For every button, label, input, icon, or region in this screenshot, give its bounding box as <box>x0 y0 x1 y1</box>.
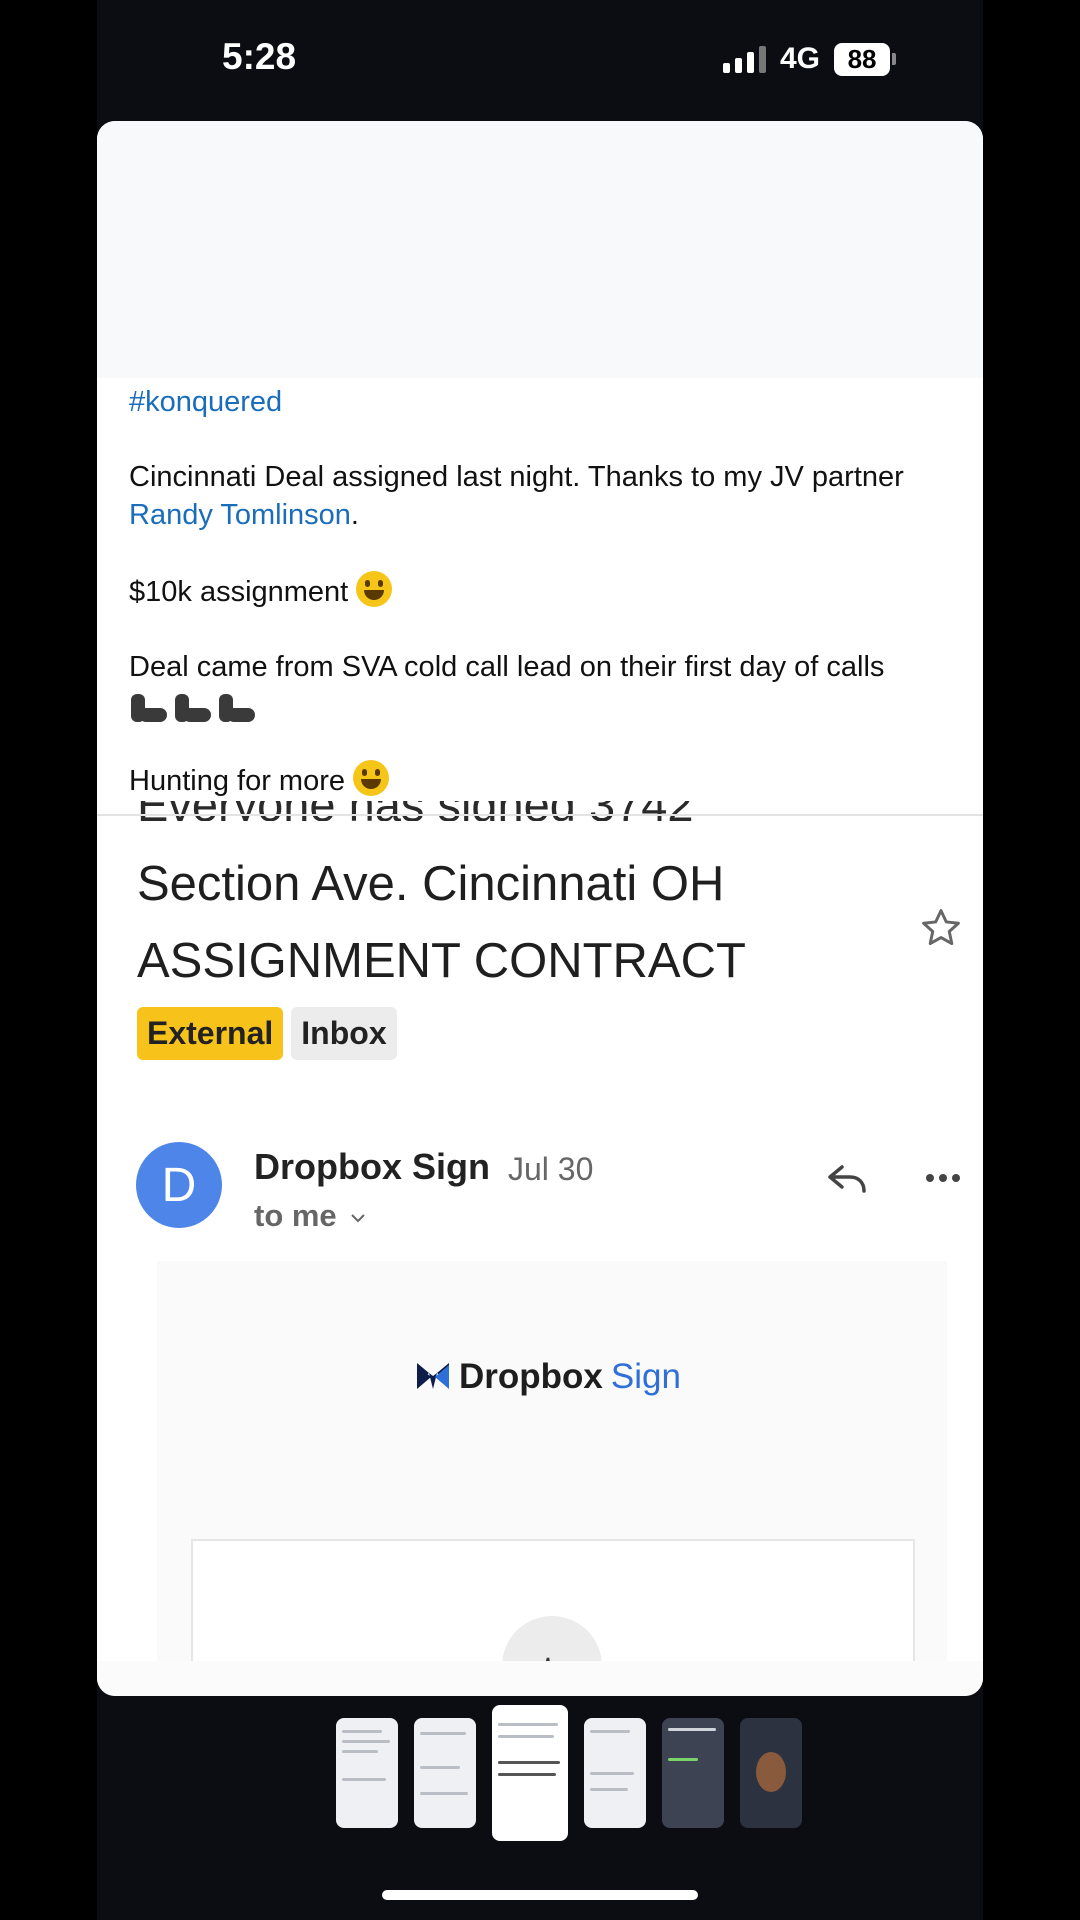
battery-icon: 88 <box>834 42 897 76</box>
star-icon[interactable] <box>919 906 963 950</box>
battery-level: 88 <box>834 42 891 76</box>
avatar[interactable]: D <box>136 1142 222 1228</box>
email-subject: Section Ave. Cincinnati OH ASSIGNMENT CO… <box>137 857 746 988</box>
chevron-down-icon <box>351 1214 366 1223</box>
dropbox-sign-logo: Dropbox Sign <box>415 1357 681 1397</box>
beaming-emoji-icon <box>353 760 390 796</box>
thumbnail-3-active[interactable] <box>492 1705 568 1841</box>
signal-icon <box>723 45 766 73</box>
post-line-2: $10k assignment <box>129 576 349 608</box>
label-chips: External Inbox <box>137 1007 397 1060</box>
home-indicator[interactable] <box>382 1890 698 1900</box>
post-text: #konquered Cincinnati Deal assigned last… <box>129 386 904 797</box>
sender-name: Dropbox Sign <box>254 1146 490 1187</box>
card-header-area <box>97 121 983 378</box>
status-icons: 4G 88 <box>723 42 897 76</box>
hashtag-link[interactable]: #konquered <box>129 386 282 418</box>
network-label: 4G <box>780 42 821 75</box>
label-external[interactable]: External <box>137 1007 284 1060</box>
post-line-1: Cincinnati Deal assigned last night. Tha… <box>129 461 904 493</box>
dropbox-logo-icon <box>417 1363 449 1389</box>
thumbnail-5[interactable] <box>662 1718 724 1828</box>
screen: 5:28 4G 88 #konquered Cincinnati Deal as… <box>0 0 1080 1920</box>
thumbnail-1[interactable] <box>336 1718 398 1828</box>
grinning-emoji-icon <box>356 571 393 607</box>
screenshot-card[interactable]: #konquered Cincinnati Deal assigned last… <box>97 121 983 1696</box>
post-line-3: Deal came from SVA cold call lead on the… <box>129 651 885 683</box>
thumbnail-2[interactable] <box>414 1718 476 1828</box>
recipient-toggle[interactable]: to me <box>254 1198 367 1234</box>
divider <box>97 814 983 816</box>
reply-icon[interactable] <box>826 1161 868 1195</box>
flexed-biceps-icon <box>129 690 257 726</box>
mention-link[interactable]: Randy Tomlinson <box>129 499 351 531</box>
email-date: Jul 30 <box>508 1151 594 1187</box>
thumbnail-strip <box>336 1705 802 1841</box>
thumbnail-6[interactable] <box>740 1718 802 1828</box>
email-subject-partial: Everyone has signed 3742 <box>137 801 837 821</box>
label-inbox[interactable]: Inbox <box>291 1007 397 1060</box>
status-time: 5:28 <box>222 36 297 77</box>
post-line-4: Hunting for more <box>129 765 345 797</box>
thumbnail-4[interactable] <box>584 1718 646 1828</box>
more-icon[interactable] <box>923 1164 963 1192</box>
